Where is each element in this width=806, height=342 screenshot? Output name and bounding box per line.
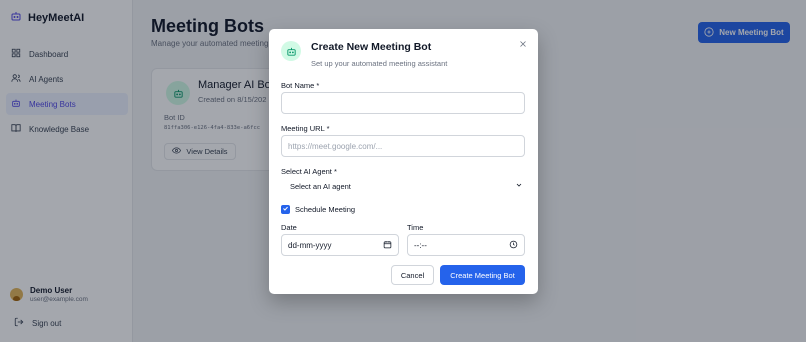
bot-name-label: Bot Name * xyxy=(281,81,320,90)
time-label: Time xyxy=(407,223,424,232)
clock-icon[interactable] xyxy=(509,240,518,251)
meeting-url-input[interactable] xyxy=(281,135,525,157)
time-input[interactable]: --:-- xyxy=(407,234,525,256)
bot-icon xyxy=(281,41,301,61)
create-bot-dialog: Create New Meeting Bot Set up your autom… xyxy=(269,29,538,294)
check-icon xyxy=(282,205,289,214)
dialog-subtitle: Set up your automated meeting assistant xyxy=(311,59,448,68)
calendar-icon[interactable] xyxy=(383,240,392,251)
chevron-down-icon xyxy=(515,181,523,191)
close-icon xyxy=(518,36,528,54)
cancel-button[interactable]: Cancel xyxy=(391,265,434,285)
date-value: dd-mm-yyyy xyxy=(288,240,332,250)
time-value: --:-- xyxy=(414,240,427,250)
close-button[interactable] xyxy=(516,38,530,52)
create-meeting-bot-button[interactable]: Create Meeting Bot xyxy=(440,265,525,285)
dialog-title: Create New Meeting Bot xyxy=(311,41,432,53)
meeting-url-label: Meeting URL * xyxy=(281,124,330,133)
schedule-meeting-checkbox[interactable] xyxy=(281,205,290,214)
schedule-meeting-row: Schedule Meeting xyxy=(281,205,355,214)
date-label: Date xyxy=(281,223,297,232)
schedule-meeting-label: Schedule Meeting xyxy=(295,205,356,214)
ai-agent-select[interactable]: Select an AI agent xyxy=(281,176,525,196)
ai-agent-selected-value: Select an AI agent xyxy=(290,181,351,191)
date-input[interactable]: dd-mm-yyyy xyxy=(281,234,399,256)
ai-agent-label: Select AI Agent * xyxy=(281,167,337,176)
bot-name-input[interactable] xyxy=(281,92,525,114)
